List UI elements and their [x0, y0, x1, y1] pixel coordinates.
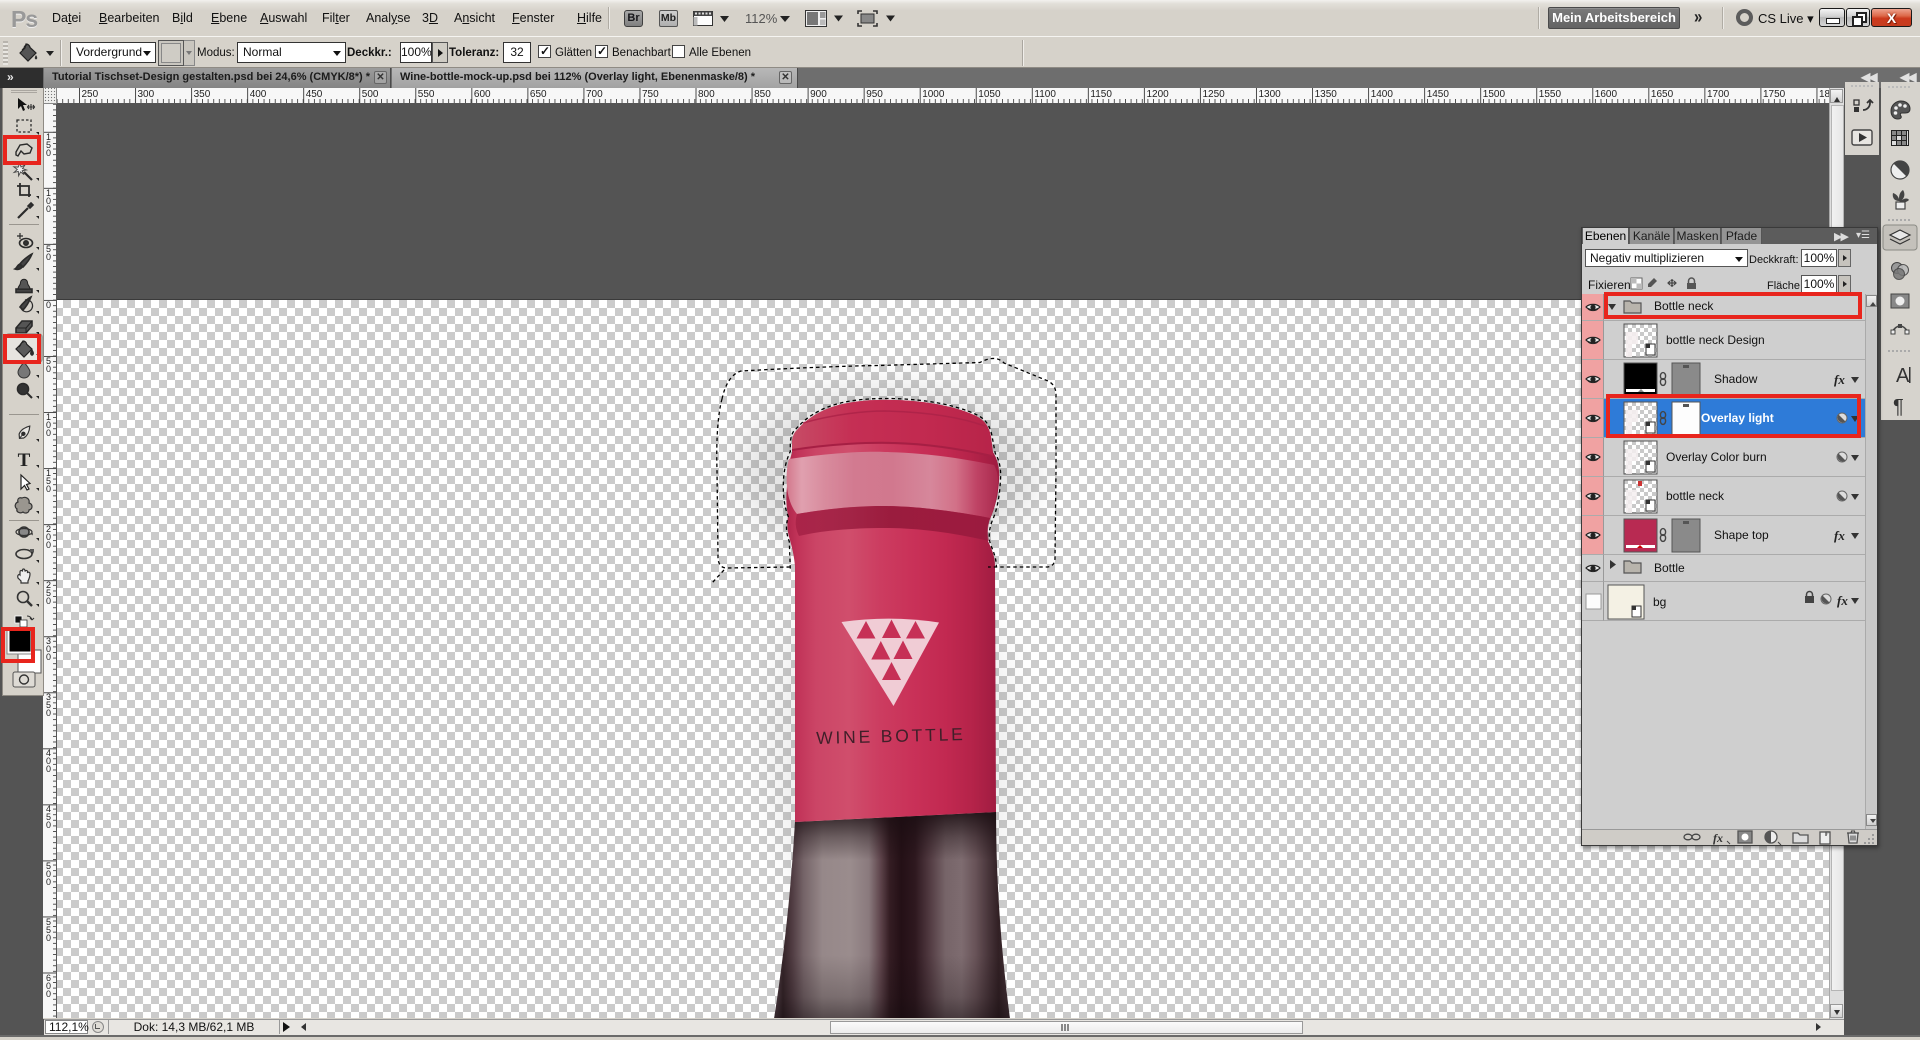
svg-text:¶: ¶ [1893, 396, 1904, 418]
svg-text:WINE BOTTLE: WINE BOTTLE [816, 724, 966, 748]
svg-text:A: A [1896, 365, 1910, 387]
svg-text:T: T [18, 450, 31, 471]
svg-text:fx: fx [1713, 831, 1723, 845]
